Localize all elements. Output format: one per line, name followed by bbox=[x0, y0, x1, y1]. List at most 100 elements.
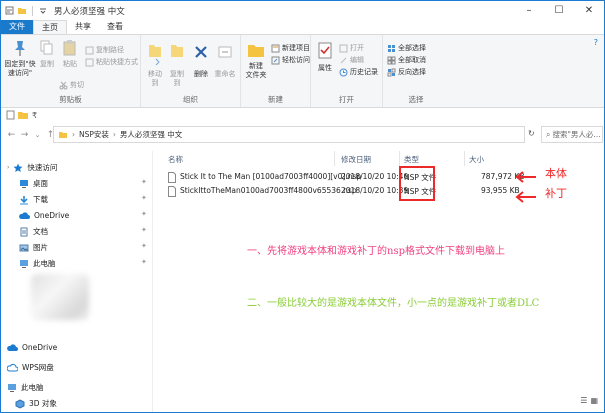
breadcrumb-item[interactable]: 男人必须坚强 中文 bbox=[120, 129, 182, 140]
cut-label: 剪切 bbox=[70, 81, 84, 89]
open-group-label: 打开 bbox=[339, 95, 354, 104]
file-icon bbox=[168, 172, 176, 183]
move-to-icon bbox=[149, 45, 161, 66]
customize-toolbar-icon[interactable] bbox=[38, 6, 48, 15]
new-folder-button[interactable]: 新建 文件夹 bbox=[243, 41, 269, 80]
details-view-icon[interactable]: ☰ bbox=[580, 396, 587, 405]
pin-icon[interactable]: ✦ bbox=[141, 258, 147, 266]
nav-item-this-pc-root[interactable]: 此电脑 bbox=[7, 381, 44, 394]
cube-icon bbox=[15, 398, 25, 409]
pin-icon[interactable]: ✦ bbox=[141, 194, 147, 202]
select-none-button[interactable]: 全部取消 bbox=[387, 55, 426, 65]
column-header-type[interactable]: 类型 bbox=[404, 154, 419, 165]
nav-item-onedrive[interactable]: OneDrive bbox=[19, 209, 69, 222]
folder-icon[interactable] bbox=[17, 6, 27, 15]
close-button[interactable]: ✕ bbox=[574, 1, 604, 20]
nav-item-quick-access[interactable]: › 快速访问 bbox=[7, 161, 57, 174]
properties-icon[interactable] bbox=[5, 6, 15, 15]
easy-access-icon bbox=[271, 56, 280, 64]
nav-item-label: OneDrive bbox=[22, 343, 58, 352]
open-button[interactable]: 打开 bbox=[339, 43, 364, 53]
properties-check-icon bbox=[318, 42, 332, 59]
tab-home[interactable]: 主页 bbox=[33, 20, 67, 34]
select-group-label: 选择 bbox=[408, 95, 424, 104]
breadcrumb[interactable]: › NSP安装 › 男人必须坚强 中文 bbox=[53, 126, 525, 143]
cut-button[interactable]: 剪切 bbox=[59, 80, 84, 90]
nav-item-onedrive-root[interactable]: OneDrive bbox=[7, 341, 57, 354]
copy-path-icon bbox=[85, 46, 94, 54]
pin-icon[interactable]: ✦ bbox=[141, 178, 147, 186]
invert-selection-button[interactable]: 反向选择 bbox=[387, 67, 426, 77]
toolbar-dropdown-icon[interactable]: ₹ bbox=[32, 111, 37, 120]
copy-icon bbox=[40, 40, 53, 55]
nav-item-this-pc[interactable]: 此电脑 bbox=[19, 257, 56, 270]
rename-icon bbox=[218, 46, 232, 58]
nav-item-wps-cloud[interactable]: WPS网盘 bbox=[7, 361, 54, 374]
star-icon bbox=[13, 163, 23, 172]
maximize-button[interactable]: ☐ bbox=[544, 1, 574, 20]
properties-icon[interactable] bbox=[5, 109, 17, 121]
tiles-view-icon[interactable]: ▦ bbox=[590, 396, 598, 405]
column-header-date[interactable]: 修改日期 bbox=[341, 154, 371, 165]
annotation-patch: 补丁 bbox=[545, 187, 567, 200]
search-icon: ⌕ bbox=[546, 129, 551, 139]
search-input[interactable]: ⌕ 搜索"男人必... bbox=[541, 126, 603, 143]
new-group-label: 新建 bbox=[268, 95, 283, 104]
delete-button[interactable]: 删除 bbox=[191, 39, 211, 79]
annotation-step-2: 二、一般比较大的是游戏本体文件，小一点的是游戏补丁或者DLC bbox=[247, 298, 540, 309]
forward-arrow-icon[interactable]: → bbox=[18, 130, 31, 140]
pin-quick-access-label: 固定到"快 速访问" bbox=[4, 60, 36, 77]
pin-icon[interactable]: ✦ bbox=[141, 226, 147, 234]
edit-button[interactable]: 编辑 bbox=[339, 55, 364, 65]
paste-shortcut-button[interactable]: 粘贴快捷方式 bbox=[85, 57, 138, 67]
pin-icon[interactable]: ✦ bbox=[141, 242, 147, 250]
nav-item-documents[interactable]: 文档 bbox=[19, 225, 48, 238]
column-header-name[interactable]: 名称 bbox=[168, 154, 183, 165]
copy-to-button[interactable]: 复制到 bbox=[167, 39, 187, 88]
easy-access-button[interactable]: 轻松访问 bbox=[271, 55, 310, 65]
column-divider[interactable] bbox=[464, 151, 465, 166]
expand-chevron-icon[interactable]: › bbox=[7, 164, 9, 171]
move-to-button[interactable]: 移动到 bbox=[145, 39, 165, 88]
history-button[interactable]: 历史记录 bbox=[339, 67, 378, 77]
recent-chevron-down-icon[interactable]: ⌄ bbox=[31, 131, 44, 139]
column-divider[interactable] bbox=[399, 151, 400, 166]
navigation-pane: › 快速访问 桌面 ✦ 下载 ✦ OneDrive ✦ 文档 ✦ 图片 ✦ 此电… bbox=[1, 151, 153, 412]
rename-button[interactable]: 重命名 bbox=[213, 39, 237, 79]
computer-icon bbox=[20, 259, 28, 268]
copy-label: 复制 bbox=[40, 60, 54, 68]
back-arrow-icon[interactable]: ← bbox=[5, 130, 18, 140]
view-toggle: ☰ ▦ bbox=[580, 396, 598, 405]
pin-icon[interactable]: ✦ bbox=[141, 210, 147, 218]
column-header-size[interactable]: 大小 bbox=[469, 154, 484, 165]
nav-item-pictures[interactable]: 图片 bbox=[19, 241, 48, 254]
properties-button[interactable]: 属性 bbox=[315, 41, 335, 73]
tab-view[interactable]: 查看 bbox=[99, 20, 131, 34]
open-label: 打开 bbox=[350, 44, 364, 52]
help-icon[interactable]: ? bbox=[594, 38, 598, 47]
column-divider[interactable] bbox=[334, 151, 335, 166]
navigation-bar: ← → ⌄ ↑ › NSP安装 › 男人必须坚强 中文 ↻ ⌕ 搜索"男人必..… bbox=[1, 124, 604, 146]
copy-path-button[interactable]: 复制路径 bbox=[85, 45, 124, 55]
new-item-button[interactable]: 新建项目 bbox=[271, 43, 310, 53]
folder-icon bbox=[59, 132, 67, 138]
history-icon bbox=[339, 68, 348, 76]
title-bar: 男人必须坚强 中文 – ☐ ✕ bbox=[1, 1, 604, 20]
copy-button[interactable]: 复制 bbox=[37, 39, 57, 69]
tab-file[interactable]: 文件 bbox=[1, 20, 33, 34]
nav-item-desktop[interactable]: 桌面 bbox=[19, 177, 48, 190]
minimize-button[interactable]: – bbox=[514, 1, 544, 20]
paste-button[interactable]: 粘贴 bbox=[59, 39, 81, 69]
folder-icon[interactable] bbox=[17, 109, 29, 121]
clipboard-group: 固定到"快 速访问" 复制 粘贴 复制路径 粘贴快捷方式 剪切 剪贴板 bbox=[1, 35, 141, 107]
nav-item-downloads[interactable]: 下载 bbox=[19, 193, 48, 206]
tab-share[interactable]: 共享 bbox=[67, 20, 99, 34]
refresh-icon[interactable]: ↻ bbox=[528, 129, 535, 138]
edit-label: 编辑 bbox=[350, 56, 364, 64]
breadcrumb-item[interactable]: NSP安装 bbox=[79, 129, 109, 140]
pin-quick-access-button[interactable]: 固定到"快 速访问" bbox=[3, 39, 37, 78]
cloud-icon bbox=[7, 343, 18, 351]
wps-cloud-icon bbox=[7, 363, 18, 371]
nav-item-3d-objects[interactable]: 3D 对象 bbox=[15, 397, 57, 410]
select-all-button[interactable]: 全部选择 bbox=[387, 43, 426, 53]
